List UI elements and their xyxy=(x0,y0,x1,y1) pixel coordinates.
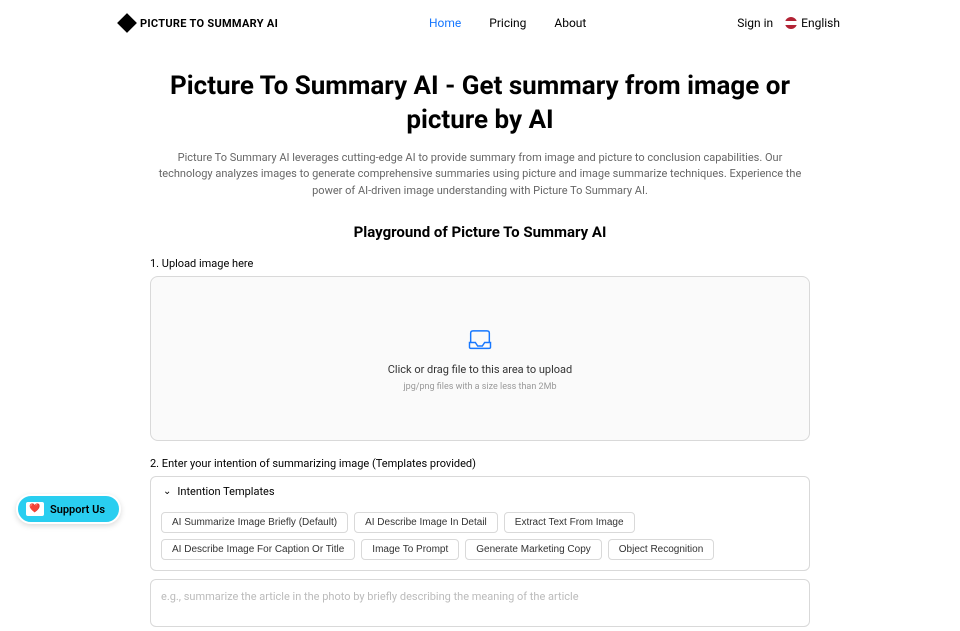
brand-logo[interactable]: PICTURE TO SUMMARY AI xyxy=(120,16,278,30)
templates-list: AI Summarize Image Briefly (Default) AI … xyxy=(151,506,809,570)
support-label: Support Us xyxy=(50,503,105,516)
signin-link[interactable]: Sign in xyxy=(737,16,773,30)
template-btn[interactable]: Extract Text From Image xyxy=(504,512,635,533)
template-btn[interactable]: AI Summarize Image Briefly (Default) xyxy=(161,512,348,533)
step1-label: 1. Upload image here xyxy=(150,257,810,270)
kofi-icon: ❤️ xyxy=(26,502,44,516)
template-btn[interactable]: Object Recognition xyxy=(608,539,715,560)
flag-icon xyxy=(785,17,797,29)
template-btn[interactable]: AI Describe Image For Caption Or Title xyxy=(161,539,355,560)
template-btn[interactable]: AI Describe Image In Detail xyxy=(354,512,498,533)
nav-pricing[interactable]: Pricing xyxy=(489,16,526,30)
inbox-icon xyxy=(466,325,494,353)
upload-hint: jpg/png files with a size less than 2Mb xyxy=(403,382,556,392)
chevron-down-icon: ⌄ xyxy=(163,486,171,497)
templates-panel: ⌄ Intention Templates AI Summarize Image… xyxy=(150,476,810,571)
brand-name: PICTURE TO SUMMARY AI xyxy=(140,17,278,30)
logo-icon xyxy=(117,13,137,33)
main-nav: Home Pricing About xyxy=(429,16,586,30)
templates-toggle[interactable]: ⌄ Intention Templates xyxy=(151,477,809,506)
page-subtitle: Picture To Summary AI leverages cutting-… xyxy=(150,150,810,200)
nav-about[interactable]: About xyxy=(554,16,586,30)
intention-input[interactable] xyxy=(150,579,810,627)
page-title: Picture To Summary AI - Get summary from… xyxy=(150,70,810,138)
template-btn[interactable]: Image To Prompt xyxy=(361,539,459,560)
step2-label: 2. Enter your intention of summarizing i… xyxy=(150,457,810,470)
templates-header-label: Intention Templates xyxy=(177,485,274,498)
upload-dropzone[interactable]: Click or drag file to this area to uploa… xyxy=(150,276,810,441)
playground-title: Playground of Picture To Summary AI xyxy=(150,223,810,241)
upload-text: Click or drag file to this area to uploa… xyxy=(388,363,573,376)
language-selector[interactable]: English xyxy=(785,16,840,30)
support-button[interactable]: ❤️ Support Us xyxy=(16,494,121,524)
template-btn[interactable]: Generate Marketing Copy xyxy=(465,539,602,560)
language-label: English xyxy=(801,16,840,30)
nav-home[interactable]: Home xyxy=(429,16,461,30)
